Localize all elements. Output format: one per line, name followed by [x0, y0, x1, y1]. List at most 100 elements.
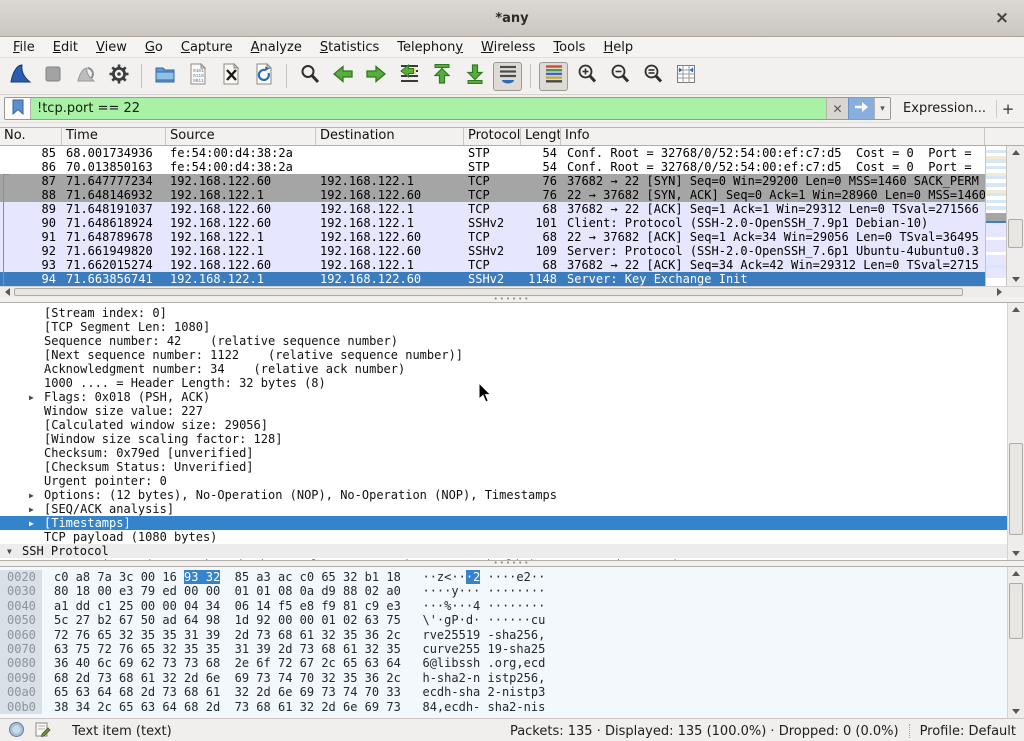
hex-row[interactable]: 008036 40 6c 69 62 73 73 68 2e 6f 72 67 … [0, 656, 1007, 670]
go-forward-button[interactable] [361, 62, 390, 91]
detail-line[interactable]: ▼SSH Protocol [0, 544, 1007, 558]
close-window-button[interactable]: × [992, 8, 1012, 28]
auto-scroll-button[interactable] [493, 62, 522, 91]
find-packet-button[interactable] [295, 62, 324, 91]
colorize-button[interactable] [539, 62, 568, 91]
detail-line[interactable]: Window size value: 227 [0, 404, 1007, 418]
detail-line[interactable]: ▶[Timestamps] [0, 516, 1007, 530]
packet-row[interactable]: 8568.001734936fe:54:00:d4:38:2aSTP54Conf… [0, 146, 985, 160]
packet-row[interactable]: 9271.661949820192.168.122.1192.168.122.6… [0, 244, 985, 258]
menu-item-file[interactable]: File [4, 39, 44, 56]
packet-row[interactable]: 8771.647777234192.168.122.60192.168.122.… [0, 174, 985, 188]
scroll-left-arrow-icon[interactable] [0, 287, 14, 297]
scroll-down-arrow-icon[interactable] [1008, 547, 1024, 560]
column-header-protocol[interactable]: Protocol [464, 128, 521, 145]
details-vertical-scrollbar[interactable] [1007, 303, 1024, 560]
expand-arrow-icon[interactable]: ▶ [29, 391, 34, 405]
hex-row[interactable]: 00505c 27 b2 67 50 ad 64 98 1d 92 00 00 … [0, 613, 1007, 627]
packet-row[interactable]: 9471.663856741192.168.122.1192.168.122.6… [0, 272, 985, 286]
hex-row[interactable]: 00b038 34 2c 65 63 64 68 2d 73 68 61 32 … [0, 700, 1007, 714]
packet-row[interactable]: 9171.648789678192.168.122.1192.168.122.6… [0, 230, 985, 244]
packet-list-horizontal-scrollbar[interactable] [0, 286, 1024, 297]
packet-row[interactable]: 8871.648146932192.168.122.1192.168.122.6… [0, 188, 985, 202]
packet-row[interactable]: 9071.648618924192.168.122.60192.168.122.… [0, 216, 985, 230]
column-header-destination[interactable]: Destination [316, 128, 464, 145]
expand-arrow-icon[interactable]: ▶ [29, 503, 34, 517]
expand-arrow-icon[interactable]: ▶ [29, 489, 34, 503]
column-header-no[interactable]: No. [0, 128, 62, 145]
column-header-source[interactable]: Source [166, 128, 316, 145]
detail-line[interactable]: Urgent pointer: 0 [0, 474, 1007, 488]
menu-item-wireless[interactable]: Wireless [472, 39, 544, 56]
hex-row[interactable]: 009068 2d 73 68 61 32 2d 6e 69 73 74 70 … [0, 671, 1007, 685]
detail-line[interactable]: Sequence number: 42 (relative sequence n… [0, 334, 1007, 348]
filter-history-dropdown[interactable]: ▾ [874, 98, 890, 119]
detail-line[interactable]: ▶SSH Version 2 (encryption:chacha20-poly… [0, 558, 1007, 560]
detail-line[interactable]: ▶[SEQ/ACK analysis] [0, 502, 1007, 516]
go-to-packet-button[interactable] [394, 62, 423, 91]
packet-minimap-scrollbar[interactable] [985, 146, 1007, 286]
menu-item-view[interactable]: View [87, 39, 136, 56]
scroll-down-arrow-icon[interactable] [1007, 273, 1024, 286]
menu-item-statistics[interactable]: Statistics [311, 39, 388, 56]
open-file-button[interactable] [150, 62, 179, 91]
hex-row[interactable]: 007063 75 72 76 65 32 35 35 31 39 2d 73 … [0, 642, 1007, 656]
reload-file-button[interactable] [249, 62, 278, 91]
bytes-vertical-scrollbar[interactable] [1007, 567, 1024, 718]
detail-line[interactable]: Checksum: 0x79ed [unverified] [0, 446, 1007, 460]
menu-item-telephony[interactable]: Telephony [388, 39, 472, 56]
menu-item-tools[interactable]: Tools [544, 39, 594, 56]
detail-line[interactable]: [Calculated window size: 29056] [0, 418, 1007, 432]
scroll-up-arrow-icon[interactable] [1008, 303, 1024, 316]
zoom-out-button[interactable] [605, 62, 634, 91]
expert-info-button[interactable] [6, 722, 26, 740]
start-capture-button[interactable] [5, 62, 34, 91]
detail-line[interactable]: [Stream index: 0] [0, 306, 1007, 320]
scroll-right-arrow-icon[interactable] [992, 287, 1006, 297]
hex-row[interactable]: 0020c0 a8 7a 3c 00 16 93 32 85 a3 ac c0 … [0, 570, 1007, 584]
detail-line[interactable]: Acknowledgment number: 34 (relative ack … [0, 362, 1007, 376]
detail-line[interactable]: 1000 .... = Header Length: 32 bytes (8) [0, 376, 1007, 390]
hex-row[interactable]: 00a065 63 64 68 2d 73 68 61 32 2d 6e 69 … [0, 685, 1007, 699]
capture-options-button[interactable] [104, 62, 133, 91]
expression-button[interactable]: Expression... [903, 101, 986, 116]
detail-line[interactable]: ▶Flags: 0x018 (PSH, ACK) [0, 390, 1007, 404]
packet-list-vertical-scrollbar[interactable] [1007, 146, 1024, 286]
packet-row[interactable]: 9371.662015274192.168.122.60192.168.122.… [0, 258, 985, 272]
hex-row[interactable]: 006072 76 65 32 35 35 31 39 2d 73 68 61 … [0, 628, 1007, 642]
go-first-button[interactable] [427, 62, 456, 91]
menu-item-capture[interactable]: Capture [172, 39, 242, 56]
scroll-down-arrow-icon[interactable] [1008, 705, 1024, 718]
resize-columns-button[interactable] [671, 62, 700, 91]
menu-item-analyze[interactable]: Analyze [242, 39, 311, 56]
column-header-length[interactable]: Length [521, 128, 561, 145]
packet-row[interactable]: 8670.013850163fe:54:00:d4:38:2aSTP54Conf… [0, 160, 985, 174]
expand-arrow-icon[interactable]: ▶ [29, 559, 34, 560]
detail-line[interactable]: [Checksum Status: Unverified] [0, 460, 1007, 474]
hex-row[interactable]: 0040a1 dd c1 25 00 00 04 34 06 14 f5 e8 … [0, 599, 1007, 613]
collapse-arrow-icon[interactable]: ▼ [7, 545, 12, 559]
go-back-button[interactable] [328, 62, 357, 91]
close-file-button[interactable] [216, 62, 245, 91]
detail-line[interactable]: [TCP Segment Len: 1080] [0, 320, 1007, 334]
profile-text[interactable]: Profile: Default [920, 724, 1016, 739]
column-header-info[interactable]: Info [561, 128, 985, 145]
menu-item-help[interactable]: Help [594, 39, 642, 56]
go-last-button[interactable] [460, 62, 489, 91]
zoom-in-button[interactable] [572, 62, 601, 91]
filter-apply-button[interactable] [848, 98, 874, 119]
menu-item-edit[interactable]: Edit [44, 39, 87, 56]
filter-add-button[interactable]: + [997, 100, 1019, 118]
scroll-up-arrow-icon[interactable] [1007, 146, 1024, 159]
display-filter-input[interactable]: !tcp.port == 22 [31, 98, 826, 119]
packet-row[interactable]: 8971.648191037192.168.122.60192.168.122.… [0, 202, 985, 216]
filter-clear-button[interactable]: ✕ [826, 98, 848, 119]
scroll-up-arrow-icon[interactable] [1008, 567, 1024, 580]
zoom-100-button[interactable] [638, 62, 667, 91]
detail-line[interactable]: ▶Options: (12 bytes), No-Operation (NOP)… [0, 488, 1007, 502]
expand-arrow-icon[interactable]: ▶ [29, 517, 34, 531]
save-file-button[interactable]: 010101100011 [183, 62, 212, 91]
column-header-time[interactable]: Time [62, 128, 166, 145]
detail-line[interactable]: [Window size scaling factor: 128] [0, 432, 1007, 446]
restart-capture-button[interactable] [71, 62, 100, 91]
